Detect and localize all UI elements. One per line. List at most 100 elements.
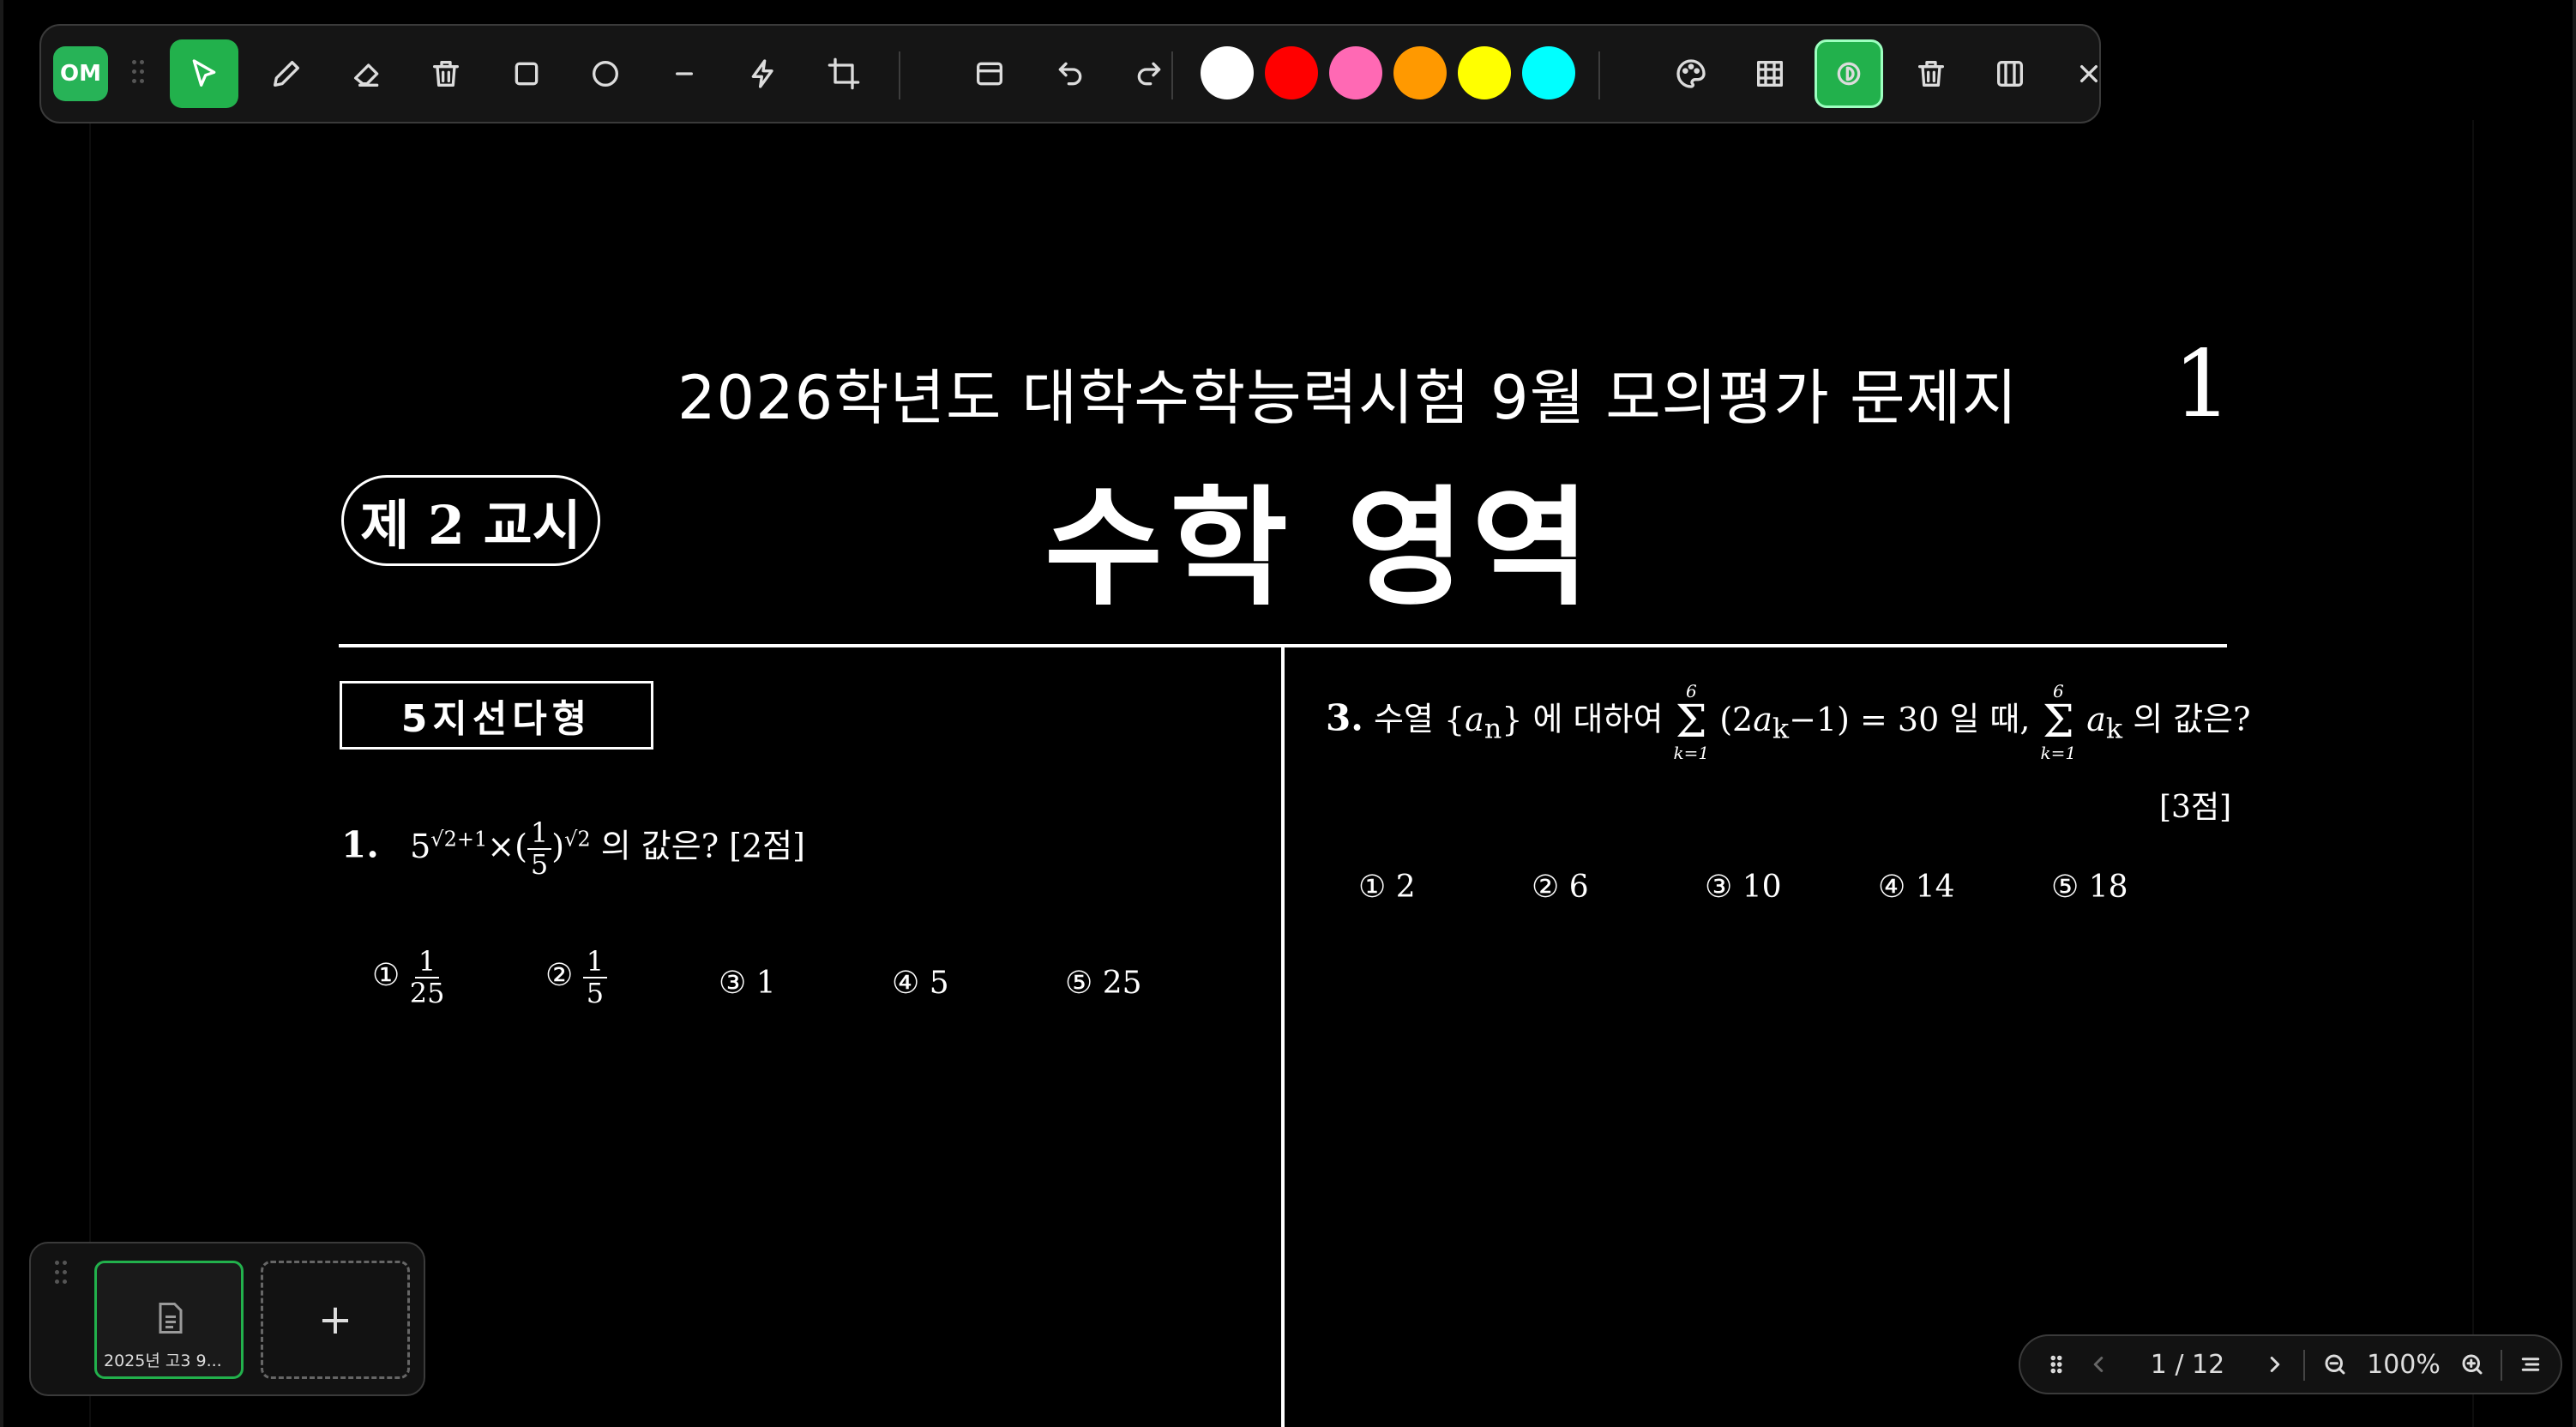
select-tool-button[interactable] <box>170 39 238 108</box>
math-expression: (2ak−1) = 30 <box>1719 700 1940 745</box>
toggle-icon <box>1837 62 1861 86</box>
points-label: [3점] <box>2159 790 2232 825</box>
toolbar-divider <box>899 51 900 99</box>
circle-tool-button[interactable] <box>571 39 640 108</box>
zoom-in-icon <box>2462 1354 2483 1375</box>
palette-icon <box>1676 59 1706 88</box>
columns-icon <box>1997 61 2023 87</box>
exam-page-number: 1 <box>2173 331 2232 438</box>
choice-1: ① 1 25 <box>372 945 445 1010</box>
next-page-button[interactable] <box>2254 1336 2296 1393</box>
prev-page-button[interactable] <box>2077 1336 2120 1393</box>
toolbar-divider <box>1171 51 1173 99</box>
minus-icon <box>676 72 693 75</box>
page-edge-right <box>2472 120 2474 1427</box>
crop-icon <box>828 57 860 90</box>
drag-handle-icon[interactable] <box>55 1261 69 1286</box>
trash-icon <box>1918 61 1944 87</box>
document-thumbnail[interactable]: 2025년 고3 9... <box>94 1261 244 1379</box>
menu-button[interactable] <box>2509 1336 2552 1393</box>
lightning-icon <box>751 59 773 88</box>
question-1: 1. 5√2+1×(1 5)√2 의 값은? [2점] <box>341 816 805 882</box>
grid-icon <box>1757 61 1783 87</box>
crop-tool-button[interactable] <box>810 39 878 108</box>
drag-handle-icon[interactable] <box>2039 1336 2073 1393</box>
toolbar-divider <box>1598 51 1600 99</box>
redo-icon <box>1137 62 1161 86</box>
rectangle-tool-button[interactable] <box>492 39 561 108</box>
page-navigation: 1 / 12 100% <box>2019 1334 2562 1394</box>
trash-icon <box>433 61 459 87</box>
column-divider <box>1281 647 1285 1427</box>
redo-button[interactable] <box>1115 39 1183 108</box>
annotation-toolbar: OM <box>39 24 2101 123</box>
question-number: 1. <box>341 823 379 866</box>
mode-toggle-button[interactable] <box>1815 39 1883 108</box>
circle-icon <box>593 61 618 87</box>
choice-2: ② 15 <box>545 946 608 1009</box>
pager-divider <box>2501 1350 2502 1381</box>
cursor-icon <box>192 59 216 87</box>
menu-icon <box>2521 1358 2540 1371</box>
zoom-in-button[interactable] <box>2451 1336 2494 1393</box>
color-swatch-red[interactable] <box>1265 46 1318 99</box>
thumbnail-label: 2025년 고3 9... <box>104 1352 222 1370</box>
close-toolbar-button[interactable] <box>2055 39 2123 108</box>
choice-3: ③ 1 <box>719 966 776 1001</box>
pen-tool-button[interactable] <box>252 39 321 108</box>
delete-tool-button[interactable] <box>412 39 480 108</box>
chevron-left-icon <box>2093 1357 2104 1372</box>
color-swatch-pink[interactable] <box>1329 46 1382 99</box>
eraser-icon <box>354 63 379 87</box>
question-number: 3. <box>1326 696 1363 739</box>
color-swatch-yellow[interactable] <box>1458 46 1511 99</box>
square-icon <box>515 62 539 86</box>
window-edge-left <box>0 0 3 1427</box>
laser-tool-button[interactable] <box>729 39 797 108</box>
question-3: 3. 수열 {an} 에 대하여 6 Σk=1 (2ak−1) = 30 일 때,… <box>1326 681 2251 763</box>
window-edge-right <box>2573 0 2576 1427</box>
page-tray: 2025년 고3 9... + <box>29 1242 425 1396</box>
color-swatch-white[interactable] <box>1201 46 1254 99</box>
panel-icon <box>977 62 1002 86</box>
color-swatch-orange[interactable] <box>1393 46 1447 99</box>
choice-4: ④ 14 <box>1878 870 1955 905</box>
chevron-right-icon <box>2270 1357 2280 1372</box>
clear-all-button[interactable] <box>1897 39 1965 108</box>
document-icon <box>159 1303 183 1334</box>
undo-icon <box>1058 62 1082 86</box>
choice-4: ④ 5 <box>892 966 949 1001</box>
question-text: 의 값은? [2점] <box>600 827 805 865</box>
grid-button[interactable] <box>1736 39 1804 108</box>
math-expression: 5√2+1×(1 5)√2 <box>388 816 591 882</box>
zoom-level: 100% <box>2367 1349 2441 1380</box>
choice-5: ⑤ 25 <box>1065 966 1142 1001</box>
drag-handle-icon[interactable] <box>132 60 146 86</box>
choice-3: ③ 10 <box>1705 870 1782 905</box>
summation-2: 6 Σk=1 <box>2040 681 2077 763</box>
math-expression: ak <box>2086 700 2123 745</box>
columns-button[interactable] <box>1976 39 2044 108</box>
page-indicator: 1 / 12 <box>2150 1349 2225 1380</box>
eraser-tool-button[interactable] <box>333 39 401 108</box>
exam-title: 2026학년도 대학수학능력시험 9월 모의평가 문제지 <box>677 363 2019 433</box>
palette-button[interactable] <box>1657 39 1725 108</box>
add-document-button[interactable]: + <box>261 1261 410 1379</box>
summation-1: 6 Σk=1 <box>1673 681 1710 763</box>
choice-5: ⑤ 18 <box>2051 870 2128 905</box>
app-logo[interactable]: OM <box>53 46 108 101</box>
pager-divider <box>2303 1350 2305 1381</box>
choice-2: ② 6 <box>1532 870 1589 905</box>
line-tool-button[interactable] <box>650 39 719 108</box>
period-badge: 제 2 교시 <box>341 475 600 566</box>
section-label: 5지선다형 <box>340 681 653 750</box>
undo-button[interactable] <box>1036 39 1104 108</box>
math-expression: {an} <box>1443 700 1523 745</box>
zoom-out-icon <box>2325 1354 2345 1375</box>
page-edge-left <box>89 120 91 1427</box>
zoom-out-button[interactable] <box>2314 1336 2356 1393</box>
choice-1: ① 2 <box>1358 870 1416 905</box>
color-swatch-cyan[interactable] <box>1522 46 1575 99</box>
subject-title: 수학 영역 <box>1044 474 1598 623</box>
panel-button[interactable] <box>955 39 1024 108</box>
